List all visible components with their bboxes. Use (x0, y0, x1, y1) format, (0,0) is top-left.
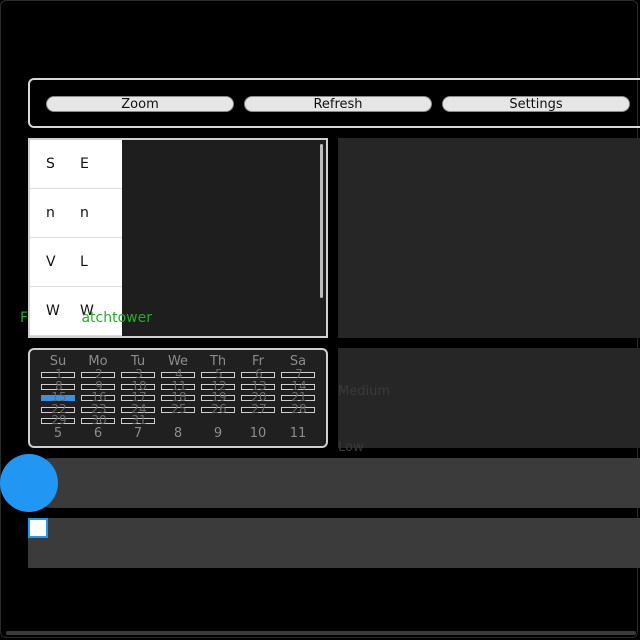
calendar-day[interactable]: 21 (281, 390, 315, 404)
calendar: Su Mo Tu We Th Fr Sa 1 2 3 4 5 6 7 8 9 10 11 12 13 14… (28, 348, 328, 448)
list-item[interactable]: S E (30, 140, 122, 189)
horizontal-scrollbar[interactable] (6, 631, 636, 635)
list-panel: S E n n V L W W (28, 138, 328, 338)
list-item[interactable]: V L (30, 238, 122, 287)
checkbox-row (28, 518, 640, 568)
calendar-day-number: 25 (171, 401, 187, 416)
slider-track[interactable] (28, 458, 640, 508)
calendar-day[interactable]: 18 (161, 390, 195, 404)
calendar-day[interactable]: 30 (81, 413, 115, 427)
calendar-day[interactable]: 10 (121, 379, 155, 393)
zoom-button[interactable]: Zoom (46, 96, 234, 112)
calendar-day[interactable]: 13 (241, 379, 275, 393)
calendar-day[interactable]: 23 (81, 402, 115, 416)
calendar-day[interactable]: 15 (41, 390, 75, 404)
trailing-day: 9 (213, 426, 223, 441)
calendar-day-number: 26 (211, 401, 227, 416)
calendar-day[interactable]: 2 (81, 367, 115, 381)
trailing-day: 10 (249, 426, 267, 441)
calendar-day[interactable]: 29 (41, 413, 75, 427)
list-item-second: n (80, 205, 89, 221)
settings-button[interactable]: Settings (442, 96, 630, 112)
calendar-day[interactable]: 27 (241, 402, 275, 416)
list-scrollbar[interactable] (320, 144, 323, 298)
calendar-day-number: 29 (51, 413, 67, 427)
calendar-day[interactable]: 22 (41, 402, 75, 416)
calendar-day[interactable]: 25 (161, 402, 195, 416)
calendar-day[interactable]: 14 (281, 379, 315, 393)
slider-handle[interactable] (0, 454, 58, 512)
calendar-day[interactable]: 16 (81, 390, 115, 404)
calendar-day[interactable]: 11 (161, 379, 195, 393)
calendar-day[interactable]: 17 (121, 390, 155, 404)
toolbar: Zoom Refresh Settings (28, 78, 640, 128)
trailing-day: 11 (289, 426, 307, 441)
calendar-day[interactable]: 20 (241, 390, 275, 404)
content-panel-top (338, 138, 640, 338)
trailing-day: 7 (133, 426, 143, 441)
calendar-day-number: 27 (251, 401, 267, 416)
list-item-first: V (46, 254, 56, 270)
calendar-day[interactable]: 8 (41, 379, 75, 393)
calendar-day[interactable]: 28 (281, 402, 315, 416)
list-item-first: S (46, 156, 55, 172)
trailing-day: 5 (53, 426, 63, 441)
list-item-second: L (80, 254, 88, 270)
overlay-label: F atchtower (20, 310, 152, 326)
trailing-day: 6 (93, 426, 103, 441)
calendar-day[interactable]: 12 (201, 379, 235, 393)
level-low-label: Low (338, 440, 364, 455)
calendar-day[interactable]: 19 (201, 390, 235, 404)
calendar-day[interactable]: 26 (201, 402, 235, 416)
calendar-day[interactable]: 6 (241, 367, 275, 381)
calendar-day[interactable]: 1 (41, 367, 75, 381)
calendar-day[interactable]: 24 (121, 402, 155, 416)
calendar-day[interactable]: 9 (81, 379, 115, 393)
calendar-day[interactable]: 31 (121, 413, 155, 427)
list-item[interactable]: n n (30, 189, 122, 238)
calendar-day-number: 30 (91, 413, 107, 427)
calendar-day[interactable]: 3 (121, 367, 155, 381)
refresh-button[interactable]: Refresh (244, 96, 432, 112)
calendar-day-number: 28 (291, 401, 307, 416)
list-item-first: n (46, 205, 55, 221)
calendar-day[interactable]: 7 (281, 367, 315, 381)
calendar-day[interactable]: 4 (161, 367, 195, 381)
checkbox[interactable] (28, 518, 48, 538)
calendar-day[interactable]: 5 (201, 367, 235, 381)
list-column: S E n n V L W W (30, 140, 122, 336)
calendar-day-number: 31 (131, 413, 147, 427)
list-item-second: E (80, 156, 89, 172)
trailing-day: 8 (173, 426, 183, 441)
level-medium-label: Medium (338, 384, 390, 399)
